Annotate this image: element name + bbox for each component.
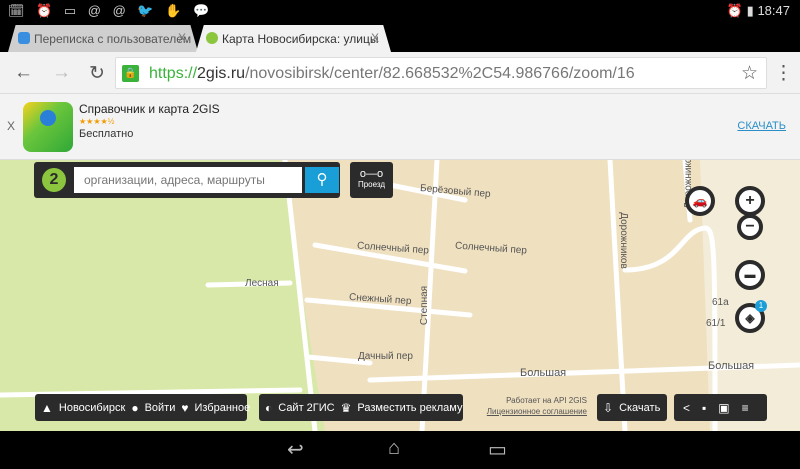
street-label: Степная (419, 285, 431, 326)
tab-strip: Переписка с пользователем X Карта Новосиб… (0, 22, 800, 69)
zoom-out-button[interactable]: − (737, 214, 763, 240)
city-icon: ▲ (41, 400, 53, 415)
search-panel: 2 ⚲ (34, 162, 340, 198)
tab-2gis[interactable]: Карта Новосибирска: улицы X (196, 25, 391, 52)
clock: 18:47 (757, 3, 790, 18)
zoom-in-button[interactable]: + (735, 186, 765, 216)
2gis-icon (206, 32, 218, 44)
hamburger-icon[interactable]: ≡ (742, 401, 749, 415)
map-canvas[interactable]: Берёзовый пер Солнечный пер Солнечный пе… (0, 160, 800, 431)
download-label: Скачать (619, 401, 661, 414)
layers-icon: ◈ (745, 311, 755, 325)
status-bar: 🗓 ⏰ ▭ @ @ 🐦 ✋ 💬 ⏰ ▮ 18:47 (0, 0, 800, 22)
home-nav-icon[interactable]: ⌂ (388, 437, 400, 460)
city-link[interactable]: Новосибирск (59, 402, 125, 414)
ruler-button[interactable]: ▬ (735, 260, 765, 290)
menu-icon[interactable]: ⋮ (774, 62, 793, 85)
building-label: 61/1 (706, 318, 726, 329)
building-label: 61а (712, 297, 729, 308)
2gis-app-icon (23, 102, 73, 152)
search-input[interactable] (74, 167, 302, 193)
back-nav-icon[interactable]: ↩ (287, 437, 304, 462)
tab-title: Переписка с пользователем (34, 32, 192, 46)
street-label: Большая (708, 360, 755, 372)
download-button[interactable]: ⇩ Скачать (597, 394, 667, 421)
print-icon[interactable]: ▣ (718, 401, 729, 415)
2gis-logo[interactable]: 2 (42, 168, 66, 192)
heart-icon: ♥ (181, 400, 189, 415)
favorites-link[interactable]: Избранное (194, 402, 250, 414)
url-bar[interactable]: 🔒 https://2gis.ru/novosibirsk/center/82.… (115, 57, 767, 89)
minus-icon: − (745, 218, 755, 235)
chat-icon (18, 32, 30, 44)
close-tab-icon[interactable]: X (178, 31, 186, 45)
url-scheme: https:// (149, 65, 198, 82)
share-panel: < ▪ ▣ ≡ (674, 394, 767, 421)
route-icon: o—o (359, 168, 384, 180)
banner-title: Справочник и карта 2GIS (79, 102, 220, 116)
url-host: 2gis.ru (197, 65, 246, 82)
bottom-left-panel: ▲ Новосибирск ● Войти ♥ Избранное (35, 394, 250, 421)
bookmark-star-icon[interactable]: ☆ (741, 62, 758, 85)
search-icon: ⚲ (316, 171, 328, 188)
site-link[interactable]: Сайт 2ГИС (278, 402, 334, 414)
forward-icon[interactable]: → (52, 62, 71, 84)
cloud-download-icon: ⇩ (603, 400, 614, 415)
street-label: Дорожников (617, 212, 629, 269)
license-link[interactable]: Лицензионное соглашение (487, 406, 587, 417)
lock-icon: 🔒 (122, 65, 139, 82)
api-credits: Работает на API 2GIS Лицензионное соглаше… (487, 395, 587, 417)
banner-price: Бесплатно (79, 128, 134, 140)
android-nav-bar: ↩ ⌂ ▭ (0, 431, 800, 469)
login-link[interactable]: Войти (145, 402, 176, 414)
system-icons: ⏰ ▮ (726, 3, 754, 18)
plus-icon: + (745, 192, 755, 209)
recents-nav-icon[interactable]: ▭ (488, 437, 507, 462)
street-label: Дачный пер (358, 351, 413, 362)
crown-icon: ♛ (340, 400, 352, 415)
user-icon: ● (131, 400, 139, 415)
reload-icon[interactable]: ↻ (89, 62, 105, 85)
layers-badge: 1 (755, 300, 767, 312)
browser-toolbar: ← → ↻ 🔒 https://2gis.ru/novosibirsk/cent… (0, 52, 800, 94)
share-icon[interactable]: < (683, 401, 690, 415)
close-tab-icon[interactable]: X (371, 31, 379, 45)
route-button[interactable]: o—o Проезд (350, 162, 393, 198)
street-label: Лесная (245, 278, 279, 289)
app-banner: X Справочник и карта 2GIS ★★★★½ Бесплатн… (0, 94, 800, 160)
route-label: Проезд (357, 180, 386, 189)
back-icon[interactable]: ← (14, 62, 33, 84)
tab-title: Карта Новосибирска: улицы (222, 32, 379, 46)
api-link[interactable]: Работает на API 2GIS (487, 395, 587, 406)
tab-messages[interactable]: Переписка с пользователем X (8, 25, 198, 52)
traffic-button[interactable]: 🚗 (685, 186, 715, 216)
url-path: /novosibirsk/center/82.668532%2C54.98676… (245, 65, 635, 82)
street-label: Большая (520, 367, 567, 379)
notification-icons: 🗓 ⏰ ▭ @ @ 🐦 ✋ 💬 (8, 3, 214, 18)
ads-link[interactable]: Разместить рекламу (357, 402, 462, 414)
ruler-icon: ▬ (744, 269, 756, 281)
comment-icon[interactable]: ▪ (702, 401, 706, 415)
search-button[interactable]: ⚲ (305, 167, 339, 193)
rating-stars: ★★★★½ (79, 117, 115, 126)
bottom-mid-panel: ◐ Сайт 2ГИС ♛ Разместить рекламу (259, 394, 463, 421)
download-link[interactable]: СКАЧАТЬ (737, 120, 786, 132)
close-banner-icon[interactable]: X (7, 119, 15, 133)
car-icon: 🚗 (692, 194, 708, 208)
2gis-icon: ◐ (265, 400, 273, 415)
